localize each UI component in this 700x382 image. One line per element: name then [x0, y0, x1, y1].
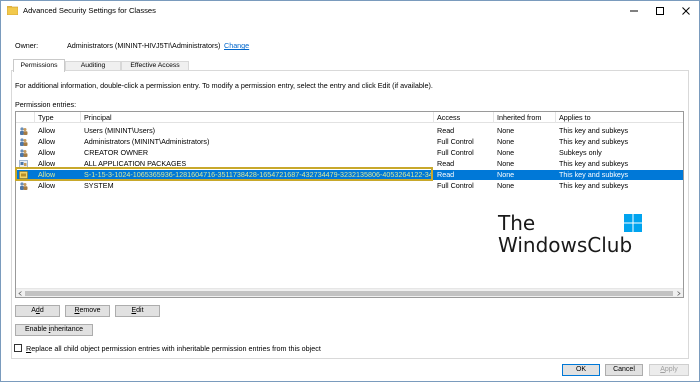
cell-applies-to: This key and subkeys: [559, 126, 629, 135]
cell-applies-to: This key and subkeys: [559, 181, 629, 190]
table-row[interactable]: Allow Administrators (MININT\Administrat…: [16, 137, 683, 147]
cell-type: Allow: [38, 181, 56, 190]
table-row[interactable]: Allow ALL APPLICATION PACKAGES Read None…: [16, 159, 683, 169]
apply-button[interactable]: Apply: [649, 364, 689, 376]
table-row[interactable]: Allow SYSTEM Full Control None This key …: [16, 181, 683, 191]
replace-child-permissions-checkbox[interactable]: [14, 344, 22, 352]
window-title: Advanced Security Settings for Classes: [23, 6, 156, 15]
add-button[interactable]: Add: [15, 305, 60, 317]
sid-icon: [19, 171, 28, 179]
remove-button[interactable]: Remove: [65, 305, 110, 317]
table-row[interactable]: Allow Users (MININT\Users) Read None Thi…: [16, 126, 683, 136]
replace-child-permissions-label: Replace all child object permission entr…: [26, 344, 321, 353]
cell-type: Allow: [38, 159, 56, 168]
cell-inherited-from: None: [497, 170, 515, 179]
users-icon: [20, 127, 28, 135]
package-icon: [19, 160, 28, 168]
change-owner-link[interactable]: Change: [224, 41, 249, 50]
minimize-icon: [630, 10, 638, 11]
users-icon: [20, 138, 28, 146]
cell-access: Read: [437, 126, 455, 135]
enable-inheritance-button[interactable]: Enable inheritance: [15, 324, 93, 336]
table-row[interactable]: Allow CREATOR OWNER Full Control None Su…: [16, 148, 683, 158]
scrollbar-thumb[interactable]: [25, 291, 673, 296]
tab-permissions[interactable]: Permissions: [13, 59, 65, 72]
cell-principal: ALL APPLICATION PACKAGES: [84, 159, 187, 168]
column-header-icon: [16, 112, 35, 123]
cell-applies-to: This key and subkeys: [559, 159, 629, 168]
column-header-type[interactable]: Type: [35, 112, 81, 123]
cell-access: Read: [437, 170, 455, 179]
cell-principal: Administrators (MININT\Administrators): [84, 137, 210, 146]
scroll-left-button[interactable]: [16, 289, 25, 297]
minimize-button[interactable]: [621, 1, 647, 20]
owner-label: Owner:: [15, 41, 39, 50]
column-header-inherited-from[interactable]: Inherited from: [494, 112, 556, 123]
table-row-selected[interactable]: Allow S-1-15-3-1024-1065365936-128160471…: [16, 170, 683, 180]
windows-logo-icon: [624, 214, 642, 232]
horizontal-scrollbar[interactable]: [16, 288, 683, 297]
edit-button[interactable]: Edit: [115, 305, 160, 317]
info-text: For additional information, double-click…: [15, 81, 433, 90]
cell-inherited-from: None: [497, 126, 515, 135]
folder-icon: [7, 6, 18, 15]
cell-principal: SYSTEM: [84, 181, 114, 190]
cell-applies-to: This key and subkeys: [559, 170, 629, 179]
close-button[interactable]: [673, 1, 699, 20]
permission-entries-label: Permission entries:: [15, 100, 77, 109]
cell-inherited-from: None: [497, 181, 515, 190]
cell-inherited-from: None: [497, 137, 515, 146]
title-bar: Advanced Security Settings for Classes: [1, 1, 699, 20]
list-header: Type Principal Access Inherited from App…: [16, 112, 683, 123]
close-icon: [682, 6, 690, 15]
logo-text-line2: WindowsClub: [498, 233, 633, 257]
advanced-security-settings-window: Advanced Security Settings for Classes O…: [0, 0, 700, 382]
cell-type: Allow: [38, 148, 56, 157]
maximize-button[interactable]: [647, 1, 673, 20]
column-header-principal[interactable]: Principal: [81, 112, 434, 123]
chevron-left-icon: [18, 291, 22, 296]
chevron-right-icon: [677, 291, 681, 296]
cell-access: Full Control: [437, 181, 474, 190]
cell-access: Full Control: [437, 148, 474, 157]
cell-type: Allow: [38, 126, 56, 135]
owner-value: Administrators (MININT-HIVJ5TI\Administr…: [67, 41, 221, 50]
ok-button[interactable]: OK: [562, 364, 600, 376]
column-header-applies-to[interactable]: Applies to: [556, 112, 683, 123]
cell-principal: S-1-15-3-1024-1065365936-1281604716-3511…: [84, 170, 432, 179]
column-header-access[interactable]: Access: [434, 112, 494, 123]
cell-type: Allow: [38, 170, 56, 179]
cell-principal: CREATOR OWNER: [84, 148, 149, 157]
cell-principal: Users (MININT\Users): [84, 126, 156, 135]
logo-text-line1: The: [498, 211, 536, 235]
cell-inherited-from: None: [497, 159, 515, 168]
cell-applies-to: This key and subkeys: [559, 137, 629, 146]
cell-type: Allow: [38, 137, 56, 146]
cell-access: Full Control: [437, 137, 474, 146]
users-icon: [20, 149, 28, 157]
cell-applies-to: Subkeys only: [559, 148, 602, 157]
users-icon: [20, 182, 28, 190]
scroll-right-button[interactable]: [674, 289, 683, 297]
thewindowsclub-logo: The WindowsClub: [498, 211, 658, 271]
maximize-icon: [656, 6, 664, 15]
cancel-button[interactable]: Cancel: [605, 364, 643, 376]
cell-access: Read: [437, 159, 455, 168]
cell-inherited-from: None: [497, 148, 515, 157]
